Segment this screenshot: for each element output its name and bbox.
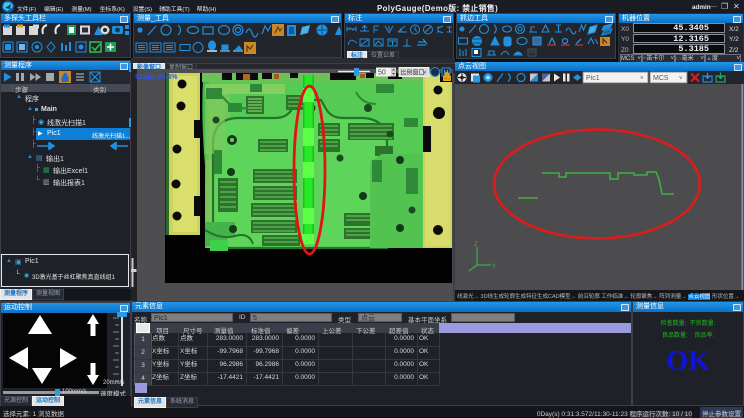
svg-text:˅: ˅ [679,76,683,82]
svg-text:˅: ˅ [640,76,644,82]
svg-text:Y: Y [492,264,496,270]
svg-text:比例窗口: 比例窗口 [401,69,425,77]
svg-text:MCS: MCS [653,75,669,82]
svg-text:50: 50 [378,70,386,77]
svg-text:Z: Z [474,242,478,248]
svg-text:˅: ˅ [423,71,427,77]
svg-text:Pic1: Pic1 [586,75,600,82]
